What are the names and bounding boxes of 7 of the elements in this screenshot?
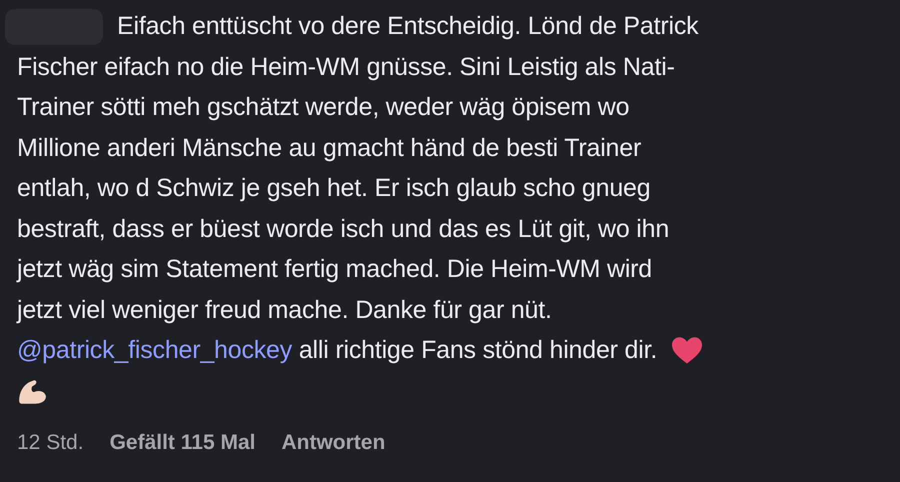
- flexed-arm-icon: [17, 378, 47, 405]
- comment-time: 12 Std.: [17, 431, 84, 455]
- comment-text: Eifach enttüscht vo dere Entscheidig. Lönd de Patrick Fischer eifach no die Heim-WM gnüsse. Sini Leistig als Nati- Trainer sötti meh gschätzt werde, weder wäg öpisem wo Millione anderi Mänsche au gmacht händ de besti Trainer entlah, wo d Schwiz je gseh het. Er isch glaub scho gnueg bestraft, dass er büest worde isch und das es Lüt git, wo ihn jetzt wäg sim Statement fertig mached. Die Heim-WM wird jetzt viel weniger freud mache. Danke für gar nüt. @patrick_fischer_hockey alli richtige Fans stönd hinder dir.: [17, 6, 883, 411]
- likes-link[interactable]: Gefällt 115 Mal: [110, 431, 256, 455]
- reply-link[interactable]: Antworten: [281, 431, 386, 455]
- mention-link[interactable]: @patrick_fischer_hockey: [17, 336, 292, 364]
- heart-icon: [672, 337, 702, 366]
